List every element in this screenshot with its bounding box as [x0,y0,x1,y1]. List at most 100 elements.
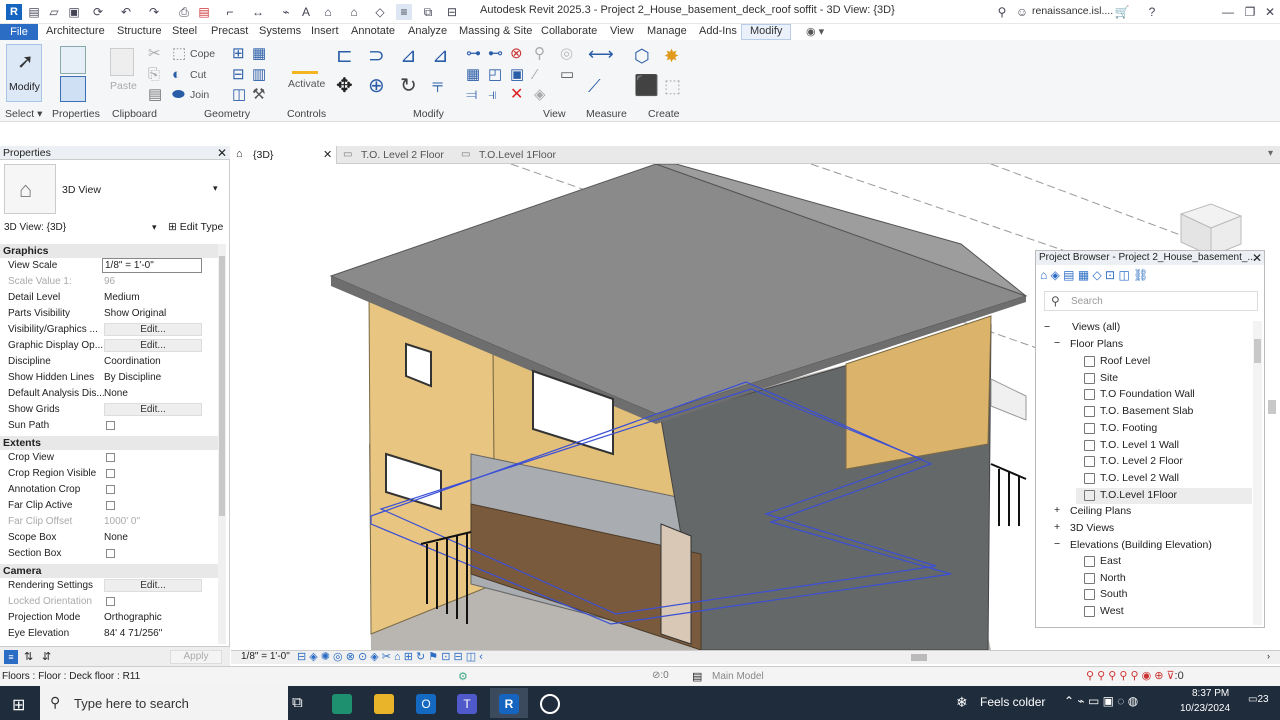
revit-taskbar-icon[interactable]: R [499,694,519,714]
help-icon[interactable]: ? [1144,4,1160,20]
open-icon[interactable]: ▤ [26,4,42,20]
tab-modify[interactable]: Modify [750,25,782,37]
view-control-icons[interactable]: ⊟ ◈ ✺ ◎ ⊗ ⊙ ◈ ✂ ⌂ ⊞ ↻ ⚑ ⊡ ⊟ ◫ ‹ [297,650,483,663]
create-parts-icon[interactable]: ✸ [664,47,679,65]
unpin-icon[interactable]: ⊗ [510,46,523,62]
view-tab-level2[interactable]: ▭ T.O. Level 2 Floor [343,146,453,164]
property-checkbox[interactable] [106,421,115,430]
tag-icon[interactable]: ⌁ [278,4,294,20]
move-icon[interactable]: ✥ [336,76,353,96]
horizontal-scrollbar[interactable] [911,654,927,661]
properties-button[interactable] [58,46,92,102]
model-selector[interactable]: Main Model [712,671,764,682]
mirror-draw-icon[interactable]: ⊿ [432,46,449,66]
view-override-icon[interactable]: ◎ [560,46,573,62]
view-tab-3d[interactable]: ⌂ {3D} ✕ [231,146,337,164]
tree-floor-item[interactable]: T.O. Level 1 Wall [1100,439,1179,451]
browser-scrollbar[interactable] [1253,321,1262,625]
scale-control[interactable]: 1/8" = 1'-0" [241,651,290,662]
match-icon[interactable]: ▤ [148,87,162,103]
folder-icon[interactable]: ▱ [46,4,62,20]
weather-text[interactable]: Feels colder [980,695,1045,709]
tab-systems[interactable]: Systems [259,25,301,37]
copy-icon[interactable]: ⎘ [148,67,160,83]
extend-icon[interactable]: ⫣ [488,87,497,103]
tab-architecture[interactable]: Architecture [46,25,105,37]
sort-za-icon[interactable]: ⇵ [42,650,51,663]
tree-views-all[interactable]: Views (all) [1072,321,1120,333]
apply-button[interactable]: Apply [170,650,222,664]
redo-icon[interactable]: ↷ [146,4,162,20]
property-checkbox[interactable] [106,597,115,606]
selection-icons[interactable]: ⚲ ⚲ ⚲ ⚲ ⚲ ◉ ⊕ ⊽:0 [1086,669,1184,682]
activate-icon[interactable] [292,44,318,74]
properties-scrollbar[interactable] [218,244,226,644]
expand-icon[interactable]: + [1054,521,1060,533]
copy-element-icon[interactable]: ⊕ [368,76,385,96]
tree-floor-item[interactable]: T.O Foundation Wall [1100,388,1195,400]
measure-icon[interactable]: ⌐ [222,4,238,20]
tree-elevation-item[interactable]: East [1100,555,1121,567]
paste-icon[interactable] [110,48,134,76]
clock-date[interactable]: 10/23/2024 [1180,703,1230,714]
print-icon[interactable]: ⎙ [176,4,192,20]
align-icon[interactable]: ⊏ [336,46,353,66]
tree-floor-item[interactable]: T.O. Level 2 Floor [1100,455,1183,467]
tab-insert[interactable]: Insert [311,25,339,37]
create-similar-icon[interactable]: ⬚ [664,77,681,95]
activate-button[interactable]: Activate [288,78,325,90]
tab-view[interactable]: View [610,25,634,37]
paint-icon[interactable]: ▦ [252,46,266,62]
outlook-icon[interactable]: O [416,694,436,714]
sync-icon[interactable]: ⟳ [90,4,106,20]
tab-addins[interactable]: Add-Ins [699,25,737,37]
minimize-icon[interactable]: — [1220,4,1236,20]
binoculars-icon[interactable]: ⚲ [994,4,1010,20]
scale-icon[interactable]: ◰ [488,67,502,83]
cart-icon[interactable]: 🛒 [1114,4,1130,20]
file-explorer-icon[interactable] [374,694,394,714]
split-face-icon[interactable]: ⊟ [232,67,245,83]
user-name[interactable]: renaissance.isl.... [1032,5,1113,17]
taskbar-search-input[interactable]: ⚲ Type here to search [40,686,288,720]
workset-icon[interactable]: ▤ [692,670,702,683]
array-icon[interactable]: ▦ [466,67,480,83]
status-sync-icon[interactable]: ⚙ [458,670,468,683]
section-extents[interactable]: Extents [0,436,222,450]
pin-icon[interactable]: ▣ [510,67,524,83]
tree-floor-item[interactable]: Roof Level [1100,355,1150,367]
property-edit-button[interactable]: Edit... [104,403,202,416]
property-checkbox[interactable] [106,549,115,558]
collapse-icon[interactable]: − [1054,538,1060,550]
tab-analyze[interactable]: Analyze [408,25,447,37]
properties-close-icon[interactable]: ✕ [217,146,227,160]
restore-icon[interactable]: ❐ [1242,4,1258,20]
viewport-scrollbar[interactable] [1268,400,1276,414]
cut-clip-icon[interactable]: ✂ [148,46,161,62]
tree-elevation-item[interactable]: South [1100,588,1127,600]
property-value[interactable]: 1/8" = 1'-0" [102,258,202,273]
notification-icon[interactable]: ▭23 [1248,694,1269,705]
hammer-icon[interactable]: ⚒ [252,87,265,103]
property-checkbox[interactable] [106,485,115,494]
tree-floor-item[interactable]: T.O. Footing [1100,422,1157,434]
mirror-icon[interactable]: ⊿ [400,46,417,66]
trim-icon[interactable]: ⫧ [432,76,443,96]
dimension-icon[interactable]: ↔ [250,4,266,20]
viewcube-icon[interactable] [1179,203,1243,257]
browser-close-icon[interactable]: ✕ [1252,251,1262,265]
aligned-dimension-icon[interactable]: ⟋ [588,77,601,95]
browser-search-input[interactable]: ⚲ Search [1044,291,1258,311]
close-hidden-icon[interactable]: ⧉ [420,4,436,20]
geometry-extra-icon[interactable]: ◫ [232,87,246,103]
view-light-icon[interactable]: ⚲ [534,46,545,62]
tab-file[interactable]: File [0,24,38,40]
cope-button[interactable]: Cope [190,48,215,60]
home-icon[interactable]: ⌂ [346,4,362,20]
clock-time[interactable]: 8:37 PM [1192,688,1229,699]
cut-button[interactable]: Cut [190,69,206,81]
tree-elevation-item[interactable]: North [1100,572,1126,584]
tray-icons[interactable]: ⌃ ⌁ ▭ ▣ ◌ ◍ [1064,694,1138,708]
cope-icon[interactable]: ⬚ [172,46,186,62]
sort-icon[interactable]: ≡ [4,650,18,664]
